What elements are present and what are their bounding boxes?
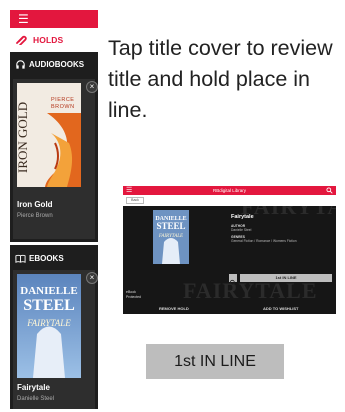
holds-label: HOLDS <box>33 35 64 45</box>
audiobook-author: Pierce Brown <box>17 213 53 219</box>
audiobook-title[interactable]: Iron Gold <box>17 200 53 209</box>
search-icon[interactable] <box>326 187 333 194</box>
iron-gold-cover[interactable]: IRON GOLD PIERCE BROWN <box>17 83 81 187</box>
instruction-text: Tap title cover to review title and hold… <box>108 36 333 122</box>
desktop-cover-art: DANIELLE STEEL FAIRYTALE <box>153 210 189 264</box>
phone-screenshot: ☰ HOLDS AUDIOBOOKS IRON GOLD PIERCE BROW… <box>10 10 98 409</box>
svg-text:FAIRYTALE: FAIRYTALE <box>26 318 71 328</box>
remove-hold-close-icon[interactable]: × <box>86 272 98 284</box>
add-to-wishlist-button[interactable]: ADD TO WISHLIST <box>263 306 298 311</box>
audiobook-card[interactable]: IRON GOLD PIERCE BROWN × Iron Gold Pierc… <box>13 79 98 239</box>
headphones-icon <box>16 59 25 69</box>
open-book-icon <box>15 254 26 263</box>
section-divider <box>10 242 98 245</box>
audiobooks-section-header: AUDIOBOOKS <box>10 54 98 74</box>
svg-text:PIERCE: PIERCE <box>51 97 74 103</box>
genres-value: General Fiction / Romance / Womens Ficti… <box>231 239 297 243</box>
fairytale-cover[interactable]: DANIELLE STEEL FAIRYTALE <box>17 274 81 378</box>
format-ebook: eBook <box>126 290 136 294</box>
desktop-book-title: Fairytale <box>231 214 254 220</box>
ebook-author: Danielle Steel <box>17 396 55 402</box>
back-button[interactable]: Back <box>126 197 144 204</box>
svg-text:DANIELLE: DANIELLE <box>20 285 77 297</box>
remove-hold-button[interactable]: REMOVE HOLD <box>159 306 189 311</box>
author-value[interactable]: Danielle Steel <box>231 228 251 232</box>
paperclip-icon <box>16 35 27 45</box>
app-title: RBdigital Library <box>212 188 246 193</box>
remove-hold-close-icon[interactable]: × <box>86 81 98 93</box>
format-protected: Protected <box>126 295 141 299</box>
svg-text:STEEL: STEEL <box>23 297 75 314</box>
iron-gold-cover-art: IRON GOLD PIERCE BROWN <box>17 83 81 187</box>
audiobooks-label: AUDIOBOOKS <box>29 59 85 69</box>
svg-text:BROWN: BROWN <box>51 104 75 110</box>
svg-text:STEEL: STEEL <box>156 221 185 231</box>
svg-text:IRON GOLD: IRON GOLD <box>17 102 30 173</box>
first-in-line-button[interactable]: 1st IN LINE <box>240 274 332 282</box>
app-top-bar: ☰ <box>10 10 98 28</box>
fairytale-cover-art: DANIELLE STEEL FAIRYTALE <box>17 274 81 378</box>
svg-text:FAIRYTALE: FAIRYTALE <box>158 234 183 239</box>
first-in-line-badge: 1st IN LINE <box>146 344 284 379</box>
desktop-fairytale-cover[interactable]: DANIELLE STEEL FAIRYTALE <box>153 210 189 264</box>
ebook-card[interactable]: DANIELLE STEEL FAIRYTALE × Fairytale Dan… <box>13 270 98 409</box>
desktop-nav-strip: Back <box>123 195 336 206</box>
desktop-screenshot: FAIRYTALE FAIRYTALE ☰ RBdigital Library … <box>123 186 336 314</box>
desktop-top-bar: ☰ RBdigital Library <box>123 186 336 195</box>
holds-header: HOLDS <box>10 28 98 52</box>
ebook-title[interactable]: Fairytale <box>17 383 50 392</box>
ebooks-section-header: EBOOKS <box>10 248 98 268</box>
ebooks-label: EBOOKS <box>29 253 64 263</box>
menu-icon[interactable]: ☰ <box>18 13 29 25</box>
zoom-icon[interactable] <box>229 274 237 287</box>
page: ☰ HOLDS AUDIOBOOKS IRON GOLD PIERCE BROW… <box>0 0 345 412</box>
